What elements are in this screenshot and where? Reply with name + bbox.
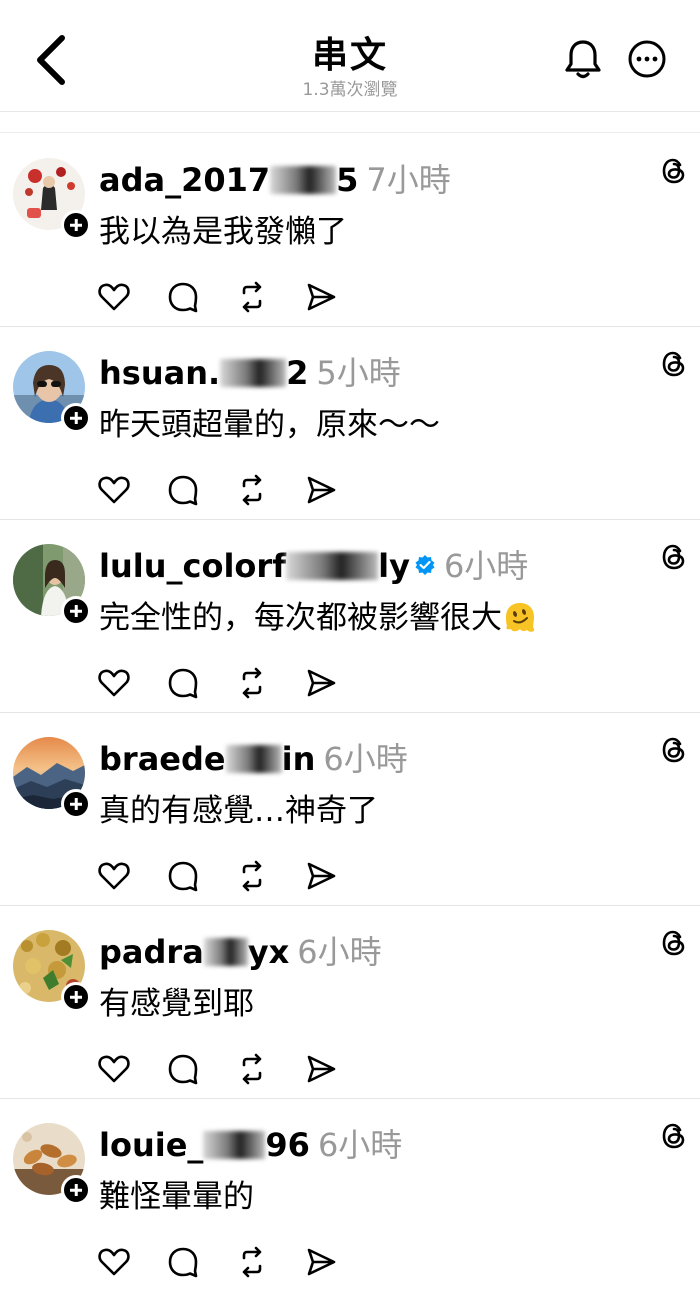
post-text: 完全性的，每次都被影響很大 [99,600,502,636]
post-time: 6小時 [317,1126,403,1164]
name-row: braede in 6小時 [99,739,408,779]
post-time: 6小時 [297,933,382,971]
follow-plus-icon[interactable] [61,403,91,433]
divider [0,132,700,133]
comment-bubble-icon[interactable] [166,280,200,314]
share-send-icon[interactable] [304,473,338,507]
name-row: padra yx 6小時 [99,932,382,972]
comment-bubble-icon[interactable] [166,1245,200,1279]
name-row: lulu_colorf ly 6小時 [99,546,528,586]
post-time: 6小時 [323,740,408,778]
share-send-icon[interactable] [304,1052,338,1086]
repost-icon[interactable] [235,666,269,700]
post-time: 6小時 [443,547,529,585]
reply-post[interactable]: padra yx 6小時 有感覺到耶 [0,906,700,1099]
comment-bubble-icon[interactable] [166,1052,200,1086]
share-send-icon[interactable] [304,859,338,893]
username[interactable]: louie_ 96 [99,1126,310,1164]
follow-plus-icon[interactable] [61,1175,91,1205]
username[interactable]: ada_2017 5 [99,161,358,199]
username[interactable]: braede in [99,740,315,778]
follow-plus-icon[interactable] [61,596,91,626]
threads-logo-icon[interactable] [659,928,689,958]
post-time: 7小時 [366,161,451,199]
like-heart-icon[interactable] [97,1245,131,1279]
like-heart-icon[interactable] [97,280,131,314]
verified-badge-icon [415,555,435,575]
repost-icon[interactable] [235,859,269,893]
post-time: 5小時 [316,354,401,392]
reply-post[interactable]: hsuan. 2 5小時 昨天頭超暈的，原來～～ [0,327,700,520]
post-text: 昨天頭超暈的，原來～～ [99,407,440,443]
like-heart-icon[interactable] [97,666,131,700]
comment-bubble-icon[interactable] [166,666,200,700]
bell-icon[interactable] [563,38,603,80]
post-text-row: 完全性的，每次都被影響很大 [99,598,538,638]
follow-plus-icon[interactable] [61,210,91,240]
post-text: 難怪暈暈的 [99,1179,254,1215]
reply-post[interactable]: lulu_colorf ly 6小時 完全性的，每次都被影響很大 [0,520,700,713]
name-row: ada_2017 5 7小時 [99,160,451,200]
username[interactable]: lulu_colorf ly [99,547,410,585]
threads-logo-icon[interactable] [659,1121,689,1151]
follow-plus-icon[interactable] [61,789,91,819]
name-row: hsuan. 2 5小時 [99,353,401,393]
threads-logo-icon[interactable] [659,735,689,765]
like-heart-icon[interactable] [97,473,131,507]
repost-icon[interactable] [235,473,269,507]
share-send-icon[interactable] [304,1245,338,1279]
name-row: louie_ 96 6小時 [99,1125,402,1165]
reply-post[interactable]: louie_ 96 6小時 難怪暈暈的 [0,1099,700,1292]
reply-post[interactable]: braede in 6小時 真的有感覺…神奇了 [0,713,700,906]
comment-bubble-icon[interactable] [166,473,200,507]
post-text: 真的有感覺…神奇了 [99,793,378,829]
threads-logo-icon[interactable] [659,349,689,379]
like-heart-icon[interactable] [97,859,131,893]
threads-logo-icon[interactable] [659,156,689,186]
repost-icon[interactable] [235,280,269,314]
repost-icon[interactable] [235,1052,269,1086]
repost-icon[interactable] [235,1245,269,1279]
username[interactable]: padra yx [99,933,289,971]
threads-logo-icon[interactable] [659,542,689,572]
follow-plus-icon[interactable] [61,982,91,1012]
more-icon[interactable] [627,39,667,79]
melting-face-emoji-icon [506,602,535,632]
share-send-icon[interactable] [304,280,338,314]
reply-post[interactable]: ada_2017 5 7小時 我以為是我發懶了 [0,134,700,327]
comment-bubble-icon[interactable] [166,859,200,893]
username[interactable]: hsuan. 2 [99,354,308,392]
post-text: 有感覺到耶 [99,986,254,1022]
share-send-icon[interactable] [304,666,338,700]
top-bar: 串文 1.3萬次瀏覽 [0,0,700,112]
like-heart-icon[interactable] [97,1052,131,1086]
post-text: 我以為是我發懶了 [99,214,347,250]
